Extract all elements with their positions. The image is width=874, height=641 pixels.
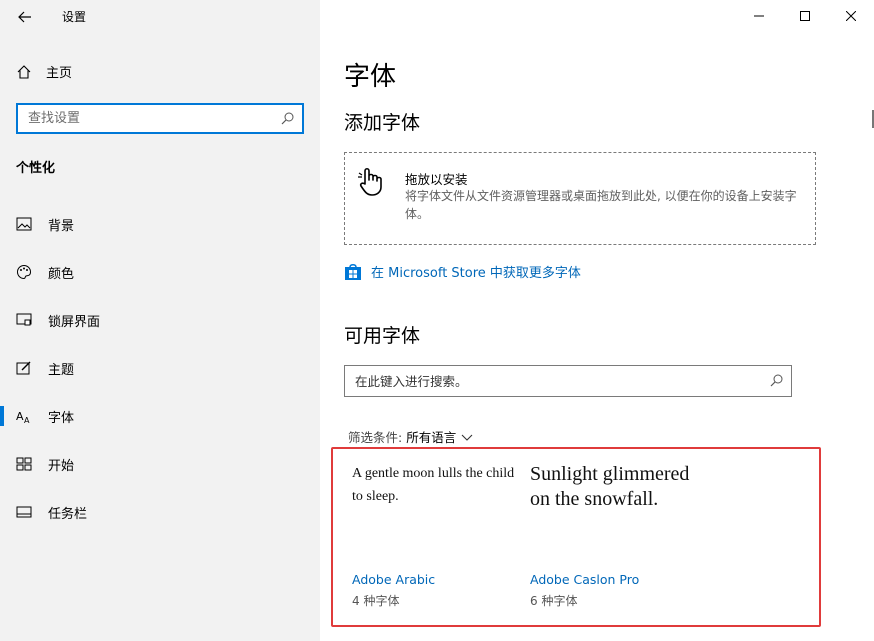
sidebar-item-label: 任务栏 (48, 506, 88, 522)
font-sample: Sunlight glimmered on the snowfall. (530, 463, 690, 510)
lockscreen-icon (16, 312, 32, 328)
back-arrow-icon (18, 11, 31, 23)
theme-icon (16, 360, 32, 376)
search-icon[interactable] (770, 374, 783, 387)
sidebar-item-lockscreen[interactable]: 锁屏界面 (0, 296, 320, 344)
back-button[interactable] (12, 4, 38, 30)
font-icon: AA (16, 408, 32, 424)
sidebar-item-colors[interactable]: 颜色 (0, 248, 320, 296)
settings-search-box[interactable] (16, 103, 304, 134)
svg-text:A: A (24, 416, 30, 424)
drag-hand-icon (358, 167, 382, 196)
settings-search-input[interactable] (18, 105, 268, 132)
font-card-adobe-caslon[interactable]: Sunlight glimmered on the snowfall. Adob… (530, 462, 700, 612)
palette-icon (16, 264, 32, 280)
drop-zone-description: 将字体文件从文件资源管理器或桌面拖放到此处, 以便在你的设备上安装字体。 (405, 189, 797, 221)
home-icon (17, 64, 31, 79)
app-title: 设置 (62, 10, 87, 24)
available-fonts-heading: 可用字体 (344, 325, 421, 347)
font-count: 6 种字体 (530, 594, 578, 608)
drop-zone-title: 拖放以安装 (405, 172, 468, 187)
filter-label: 筛选条件: (348, 430, 403, 445)
start-icon (16, 456, 32, 472)
store-link[interactable]: 在 Microsoft Store 中获取更多字体 (344, 262, 581, 281)
sidebar-item-label: 颜色 (48, 266, 75, 282)
sidebar-item-fonts[interactable]: AA 字体 (0, 392, 320, 440)
font-card-adobe-arabic[interactable]: A gentle moon lulls the child to sleep. … (352, 462, 522, 612)
svg-text:A: A (16, 410, 24, 423)
page-title: 字体 (344, 62, 397, 92)
font-sample: A gentle moon lulls the child to sleep. (352, 466, 515, 504)
language-filter[interactable]: 筛选条件: 所有语言 (348, 427, 474, 446)
sidebar-item-themes[interactable]: 主题 (0, 344, 320, 392)
font-count: 4 种字体 (352, 594, 400, 608)
sidebar-item-label: 主题 (48, 362, 75, 378)
font-drop-zone[interactable]: 拖放以安装 将字体文件从文件资源管理器或桌面拖放到此处, 以便在你的设备上安装字… (344, 152, 816, 245)
section-title: 个性化 (16, 161, 56, 176)
font-search-input[interactable] (345, 366, 755, 396)
sidebar-item-label: 背景 (48, 218, 75, 234)
sidebar-item-label: 锁屏界面 (48, 314, 101, 330)
add-fonts-heading: 添加字体 (344, 112, 421, 134)
store-link-label[interactable]: 在 Microsoft Store 中获取更多字体 (371, 262, 581, 281)
sidebar: 设置 主页 个性化 背景 颜色 锁屏界面 主题 AA 字体 (0, 0, 320, 641)
sidebar-item-label: 字体 (48, 410, 75, 426)
taskbar-icon (16, 504, 32, 520)
home-label: 主页 (46, 66, 73, 81)
sidebar-item-taskbar[interactable]: 任务栏 (0, 488, 320, 536)
sidebar-item-start[interactable]: 开始 (0, 440, 320, 488)
main-content: 字体 添加字体 拖放以安装 将字体文件从文件资源管理器或桌面拖放到此处, 以便在… (320, 0, 874, 641)
store-icon (345, 263, 361, 280)
image-icon (16, 216, 32, 232)
sidebar-item-home[interactable]: 主页 (16, 62, 72, 81)
font-search-box[interactable] (344, 365, 792, 397)
sidebar-item-label: 开始 (48, 458, 75, 474)
sidebar-item-background[interactable]: 背景 (0, 200, 320, 248)
chevron-down-icon (461, 434, 473, 441)
filter-value[interactable]: 所有语言 (406, 427, 456, 446)
sidebar-nav: 背景 颜色 锁屏界面 主题 AA 字体 开始 任务栏 (0, 200, 320, 536)
font-name: Adobe Arabic (352, 572, 436, 587)
search-icon[interactable] (281, 112, 294, 125)
font-name: Adobe Caslon Pro (530, 572, 640, 587)
